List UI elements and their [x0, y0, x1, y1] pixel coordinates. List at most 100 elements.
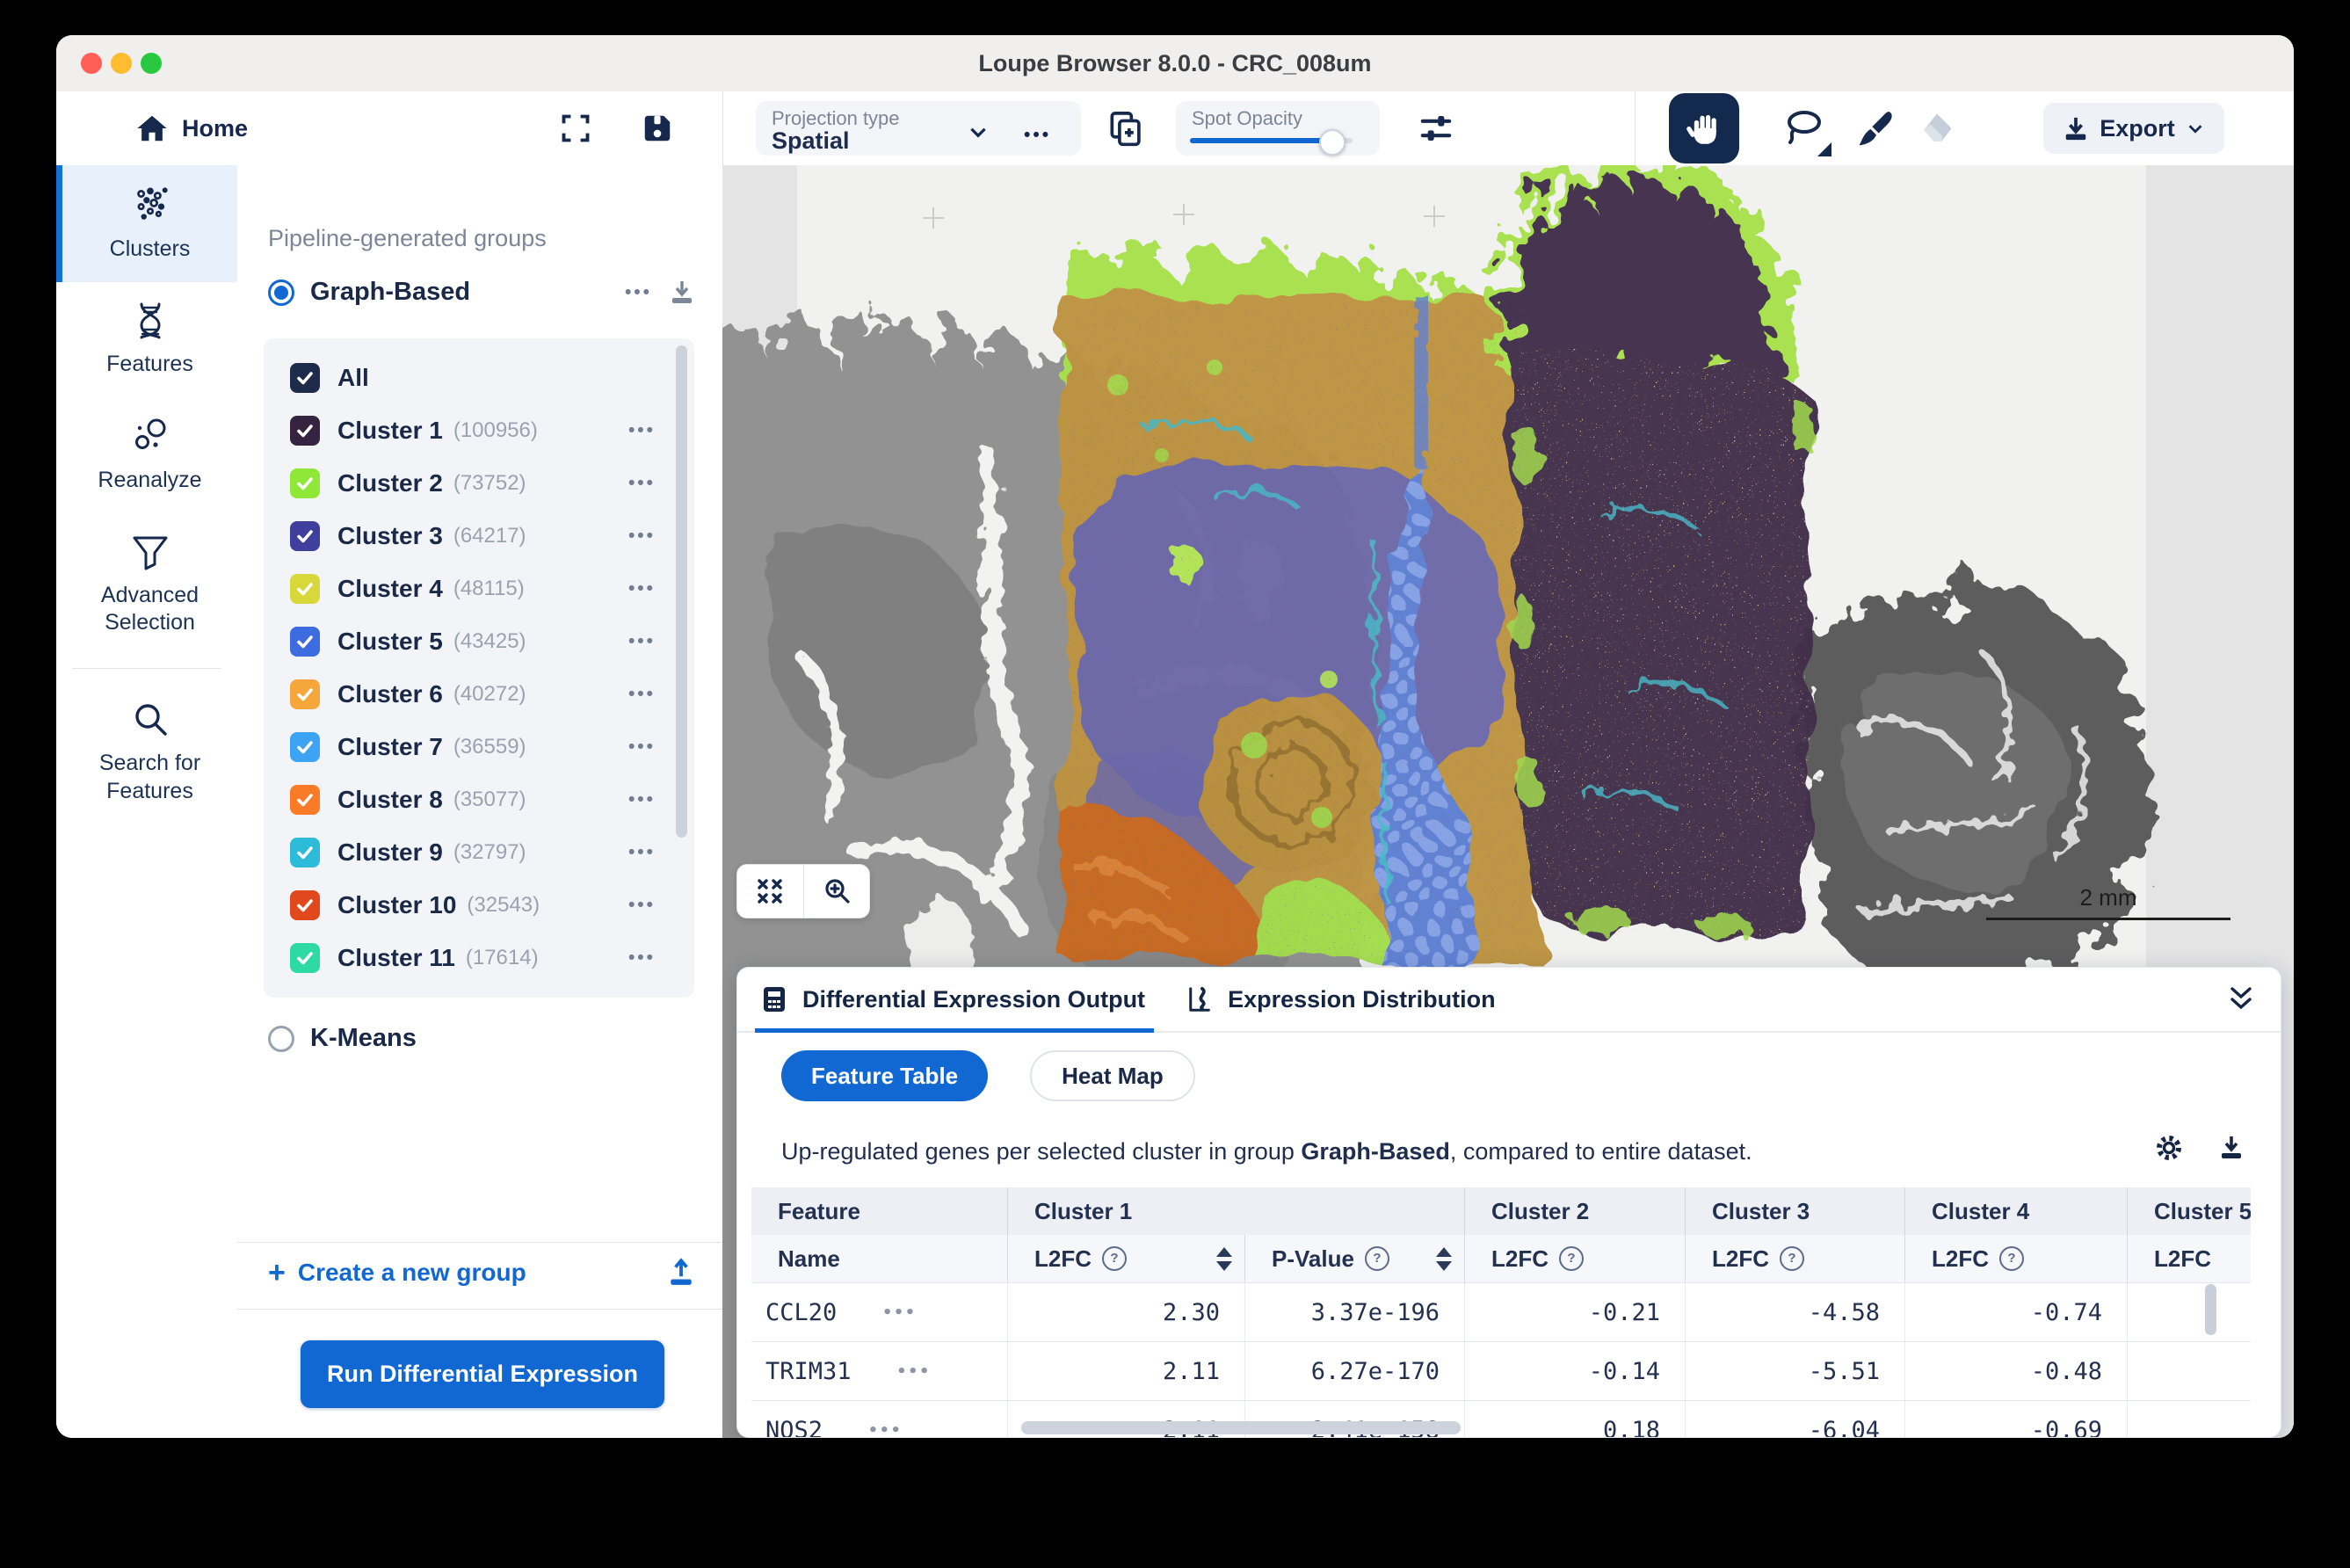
cluster-checkbox[interactable] — [290, 785, 320, 815]
table-row[interactable]: CCL20••• 2.30 3.37e-196 -0.21 -4.58 -0.7… — [751, 1282, 2251, 1341]
row-menu-button[interactable]: ••• — [868, 1421, 903, 1439]
clusters-icon — [128, 183, 172, 227]
cluster-label: All — [337, 364, 369, 392]
sidebar-item-label: Advanced Selection — [68, 582, 232, 637]
cluster-count: (17614) — [466, 946, 539, 970]
cluster-row-all[interactable]: All — [264, 352, 694, 404]
cluster-checkbox[interactable] — [290, 363, 320, 393]
cluster-checkbox[interactable] — [290, 468, 320, 498]
cluster-checkbox[interactable] — [290, 521, 320, 551]
cluster-menu-button[interactable]: ••• — [628, 947, 656, 969]
fit-view-button[interactable] — [737, 865, 803, 918]
sidebar-item-advanced-selection[interactable]: Advanced Selection — [56, 513, 237, 657]
eraser-tool-button[interactable] — [1902, 93, 1972, 163]
cluster-row[interactable]: Cluster 5 (43425) ••• — [264, 615, 694, 668]
cluster-row[interactable]: Cluster 9 (32797) ••• — [264, 826, 694, 879]
dna-icon — [129, 300, 171, 342]
sidebar-item-clusters[interactable]: Clusters — [56, 165, 237, 282]
cluster-row[interactable]: Cluster 2 (73752) ••• — [264, 457, 694, 510]
cluster-row[interactable]: Cluster 11 (17614) ••• — [264, 932, 694, 984]
spot-opacity-slider[interactable] — [1190, 138, 1353, 143]
collapse-panel-icon[interactable] — [2226, 984, 2256, 1015]
sidebar-item-search-features[interactable]: Search for Features — [56, 681, 237, 824]
lasso-tool-button[interactable] — [1768, 93, 1839, 163]
cluster-checkbox[interactable] — [290, 627, 320, 657]
cluster-count: (73752) — [453, 471, 526, 496]
kmeans-radio[interactable] — [268, 1026, 294, 1052]
cluster-checkbox[interactable] — [290, 732, 320, 762]
l2fc-value: -5.51 — [1685, 1342, 1904, 1400]
tab-expression-distribution[interactable]: Expression Distribution — [1187, 968, 1496, 1031]
fullscreen-button[interactable] — [549, 91, 602, 165]
projection-type-dropdown[interactable]: Projection type Spatial ••• — [756, 101, 1081, 156]
cluster-checkbox[interactable] — [290, 416, 320, 446]
cluster-menu-button[interactable]: ••• — [628, 842, 656, 863]
run-differential-expression-button[interactable]: Run Differential Expression — [301, 1340, 664, 1408]
projection-menu-button[interactable]: ••• — [1024, 125, 1051, 146]
l2fc-value: 2.30 — [1007, 1283, 1244, 1341]
row-menu-button[interactable]: ••• — [882, 1303, 917, 1322]
cluster-row[interactable]: Cluster 3 (64217) ••• — [264, 510, 694, 563]
help-icon[interactable] — [1999, 1246, 2024, 1271]
cluster-row[interactable]: Cluster 10 (32543) ••• — [264, 879, 694, 932]
cluster-menu-button[interactable]: ••• — [628, 473, 656, 494]
cluster-menu-button[interactable]: ••• — [628, 789, 656, 810]
feature-table-toggle[interactable]: Feature Table — [781, 1050, 988, 1101]
pan-tool-button[interactable] — [1669, 93, 1739, 163]
chevron-down-icon[interactable] — [967, 120, 990, 143]
cluster-checkbox[interactable] — [290, 838, 320, 867]
help-icon[interactable] — [1365, 1246, 1389, 1271]
cluster-row[interactable]: Cluster 6 (40272) ••• — [264, 668, 694, 721]
duplicate-view-button[interactable] — [1099, 91, 1151, 165]
cluster-menu-button[interactable]: ••• — [628, 684, 656, 705]
heat-map-toggle[interactable]: Heat Map — [1030, 1050, 1195, 1101]
help-icon[interactable] — [1559, 1246, 1584, 1271]
save-button[interactable] — [631, 91, 684, 165]
cluster-row[interactable]: Cluster 4 (48115) ••• — [264, 563, 694, 615]
display-settings-button[interactable] — [1410, 91, 1462, 165]
sort-toggle[interactable] — [1436, 1247, 1452, 1271]
graph-based-radio[interactable] — [268, 279, 294, 306]
tab-label: Differential Expression Output — [802, 986, 1145, 1013]
cluster-checkbox[interactable] — [290, 890, 320, 920]
group-menu-button[interactable]: ••• — [625, 282, 652, 303]
cluster-menu-button[interactable]: ••• — [628, 526, 656, 547]
cluster-count: (32543) — [467, 893, 540, 918]
export-button[interactable]: Export — [2043, 103, 2224, 154]
home-button[interactable]: Home — [135, 91, 248, 165]
gene-name: CCL20 — [765, 1299, 837, 1326]
spatial-viewer[interactable]: 2 mm Differential Expression Output Expr… — [722, 165, 2294, 1438]
table-row[interactable]: TRIM31••• 2.11 6.27e-170 -0.14 -5.51 -0.… — [751, 1341, 2251, 1400]
differential-expression-panel: Differential Expression Output Expressio… — [736, 967, 2281, 1438]
cluster-checkbox[interactable] — [290, 679, 320, 709]
help-icon[interactable] — [1102, 1246, 1127, 1271]
download-table-icon[interactable] — [2217, 1134, 2245, 1162]
sidebar-item-reanalyze[interactable]: Reanalyze — [56, 398, 237, 513]
zoom-in-button[interactable] — [803, 865, 870, 918]
cluster-list-scrollbar[interactable] — [676, 345, 687, 838]
row-menu-button[interactable]: ••• — [897, 1362, 932, 1381]
brush-tool-button[interactable] — [1840, 93, 1911, 163]
cluster-row[interactable]: Cluster 7 (36559) ••• — [264, 721, 694, 773]
cluster-row[interactable]: Cluster 8 (35077) ••• — [264, 773, 694, 826]
cluster-checkbox[interactable] — [290, 943, 320, 973]
tab-differential-expression-output[interactable]: Differential Expression Output — [760, 968, 1145, 1031]
cluster-menu-button[interactable]: ••• — [628, 631, 656, 652]
help-icon[interactable] — [1780, 1246, 1804, 1271]
table-settings-gear-icon[interactable] — [2154, 1133, 2184, 1163]
cluster-menu-button[interactable]: ••• — [628, 737, 656, 758]
download-group-icon[interactable] — [668, 279, 696, 307]
table-horizontal-scrollbar[interactable] — [1021, 1421, 1461, 1434]
create-group-button[interactable]: + Create a new group — [268, 1258, 696, 1288]
sort-toggle[interactable] — [1216, 1247, 1232, 1271]
cluster-row[interactable]: Cluster 1 (100956) ••• — [264, 404, 694, 457]
spot-opacity-slider-thumb[interactable] — [1319, 129, 1345, 156]
table-row[interactable]: NOS2••• 2.11 2.41e-158 0.18 -6.04 -0.69 — [751, 1400, 2251, 1438]
cluster-menu-button[interactable]: ••• — [628, 420, 656, 441]
import-group-icon[interactable] — [666, 1258, 696, 1288]
sidebar-item-features[interactable]: Features — [56, 282, 237, 397]
cluster-checkbox[interactable] — [290, 574, 320, 604]
cluster-menu-button[interactable]: ••• — [628, 895, 656, 916]
cluster-menu-button[interactable]: ••• — [628, 578, 656, 599]
table-vertical-scrollbar[interactable] — [2205, 1284, 2216, 1335]
